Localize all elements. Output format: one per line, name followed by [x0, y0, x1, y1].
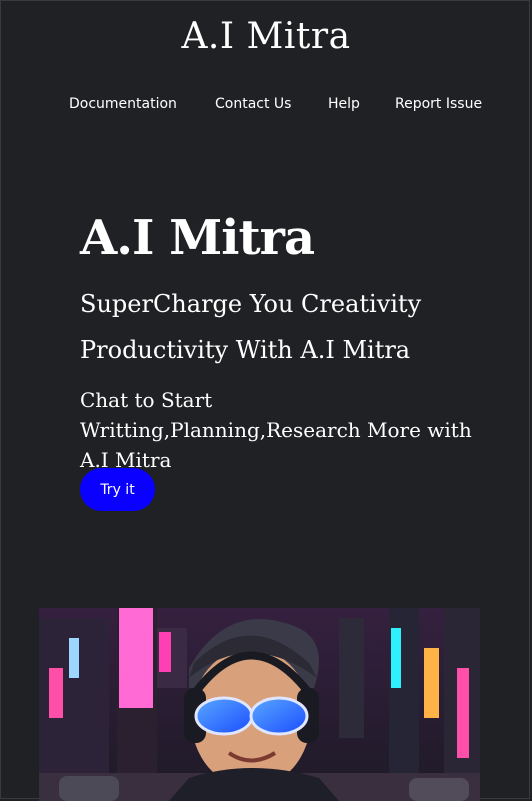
nav-link-documentation[interactable]: Documentation	[69, 96, 177, 112]
site-title: A.I Mitra	[181, 16, 351, 57]
hero-title: A.I Mitra	[80, 210, 315, 266]
hero-illustration	[39, 608, 480, 801]
try-it-button[interactable]: Try it	[80, 468, 155, 511]
hero-description: Chat to Start Writting,Planning,Research…	[80, 388, 472, 472]
hero-subtitle-line1: SuperCharge You Creativity	[80, 290, 422, 318]
nav-link-contact-us[interactable]: Contact Us	[215, 96, 291, 112]
neon-city-child-illustration	[39, 608, 480, 801]
nav-link-help[interactable]: Help	[328, 96, 360, 112]
nav-link-report-issue[interactable]: Report Issue	[395, 96, 482, 112]
hero-subtitle-line2: Productivity With A.I Mitra	[80, 336, 411, 364]
top-nav: Documentation Contact Us Help Report Iss…	[0, 96, 532, 116]
